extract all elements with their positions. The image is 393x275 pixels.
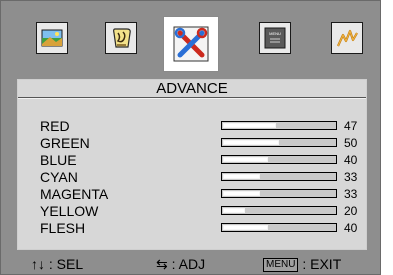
menu-setup-icon-label: MENU [269,31,281,36]
setting-value: 20 [344,204,358,218]
picture-icon[interactable] [36,22,68,54]
key-hint-bar: ↑↓ : SEL ⇆ : ADJ MENU : EXIT [1,253,382,275]
level-bar-fill [223,174,260,179]
setting-row-blue[interactable]: BLUE 40 [18,152,368,168]
icon-row: MENU [1,1,382,75]
menu-key-icon: MENU [263,258,299,272]
level-bar[interactable] [221,206,337,215]
level-bar-fill [223,123,276,128]
level-bar[interactable] [221,155,337,164]
setting-value: 40 [344,221,358,235]
level-bar[interactable] [221,223,337,232]
signal-icon[interactable] [331,22,363,54]
setting-label: GREEN [40,135,90,151]
osd-menu: MENU ADVANCE RED 47 GREEN 50 BLUE 40 CYA… [0,0,381,275]
level-bar[interactable] [221,121,337,130]
setting-row-green[interactable]: GREEN 50 [18,135,368,151]
setting-row-yellow[interactable]: YELLOW 20 [18,203,368,219]
title-divider [18,97,366,99]
select-hint-label: : SEL [48,256,84,272]
adjust-hint: ⇆ : ADJ [156,253,205,275]
setting-label: BLUE [40,152,77,168]
level-bar-fill [223,191,260,196]
level-bar-fill [223,140,279,145]
setting-label: FLESH [40,220,86,236]
menu-setup-icon[interactable]: MENU [259,22,291,54]
setting-label: MAGENTA [40,186,109,202]
level-bar-fill [223,157,268,162]
level-bar-fill [223,225,268,230]
setting-value: 40 [344,153,358,167]
exit-hint: MENU : EXIT [263,253,341,275]
left-right-arrows-icon: ⇆ [156,256,168,272]
setting-value: 50 [344,136,358,150]
setting-label: CYAN [40,169,78,185]
setting-row-red[interactable]: RED 47 [18,118,368,134]
level-bar[interactable] [221,189,337,198]
level-bar[interactable] [221,172,337,181]
setting-label: RED [40,118,70,134]
setting-value: 33 [344,187,358,201]
setting-value: 33 [344,170,358,184]
advance-panel: ADVANCE RED 47 GREEN 50 BLUE 40 CYAN 33 … [17,79,367,250]
tools-icon[interactable] [164,17,218,71]
panel-title: ADVANCE [156,80,228,97]
setting-row-flesh[interactable]: FLESH 40 [18,220,368,236]
setting-row-magenta[interactable]: MAGENTA 33 [18,186,368,202]
setting-value: 47 [344,119,358,133]
select-hint: ↑↓ : SEL [31,253,83,275]
setting-label: YELLOW [40,203,99,219]
adjust-hint-label: : ADJ [171,256,206,272]
level-bar-fill [223,208,245,213]
setting-row-cyan[interactable]: CYAN 33 [18,169,368,185]
up-down-arrows-icon: ↑↓ [31,256,45,272]
exit-hint-label: : EXIT [302,256,342,272]
image-adjust-icon[interactable] [105,22,137,54]
level-bar[interactable] [221,138,337,147]
